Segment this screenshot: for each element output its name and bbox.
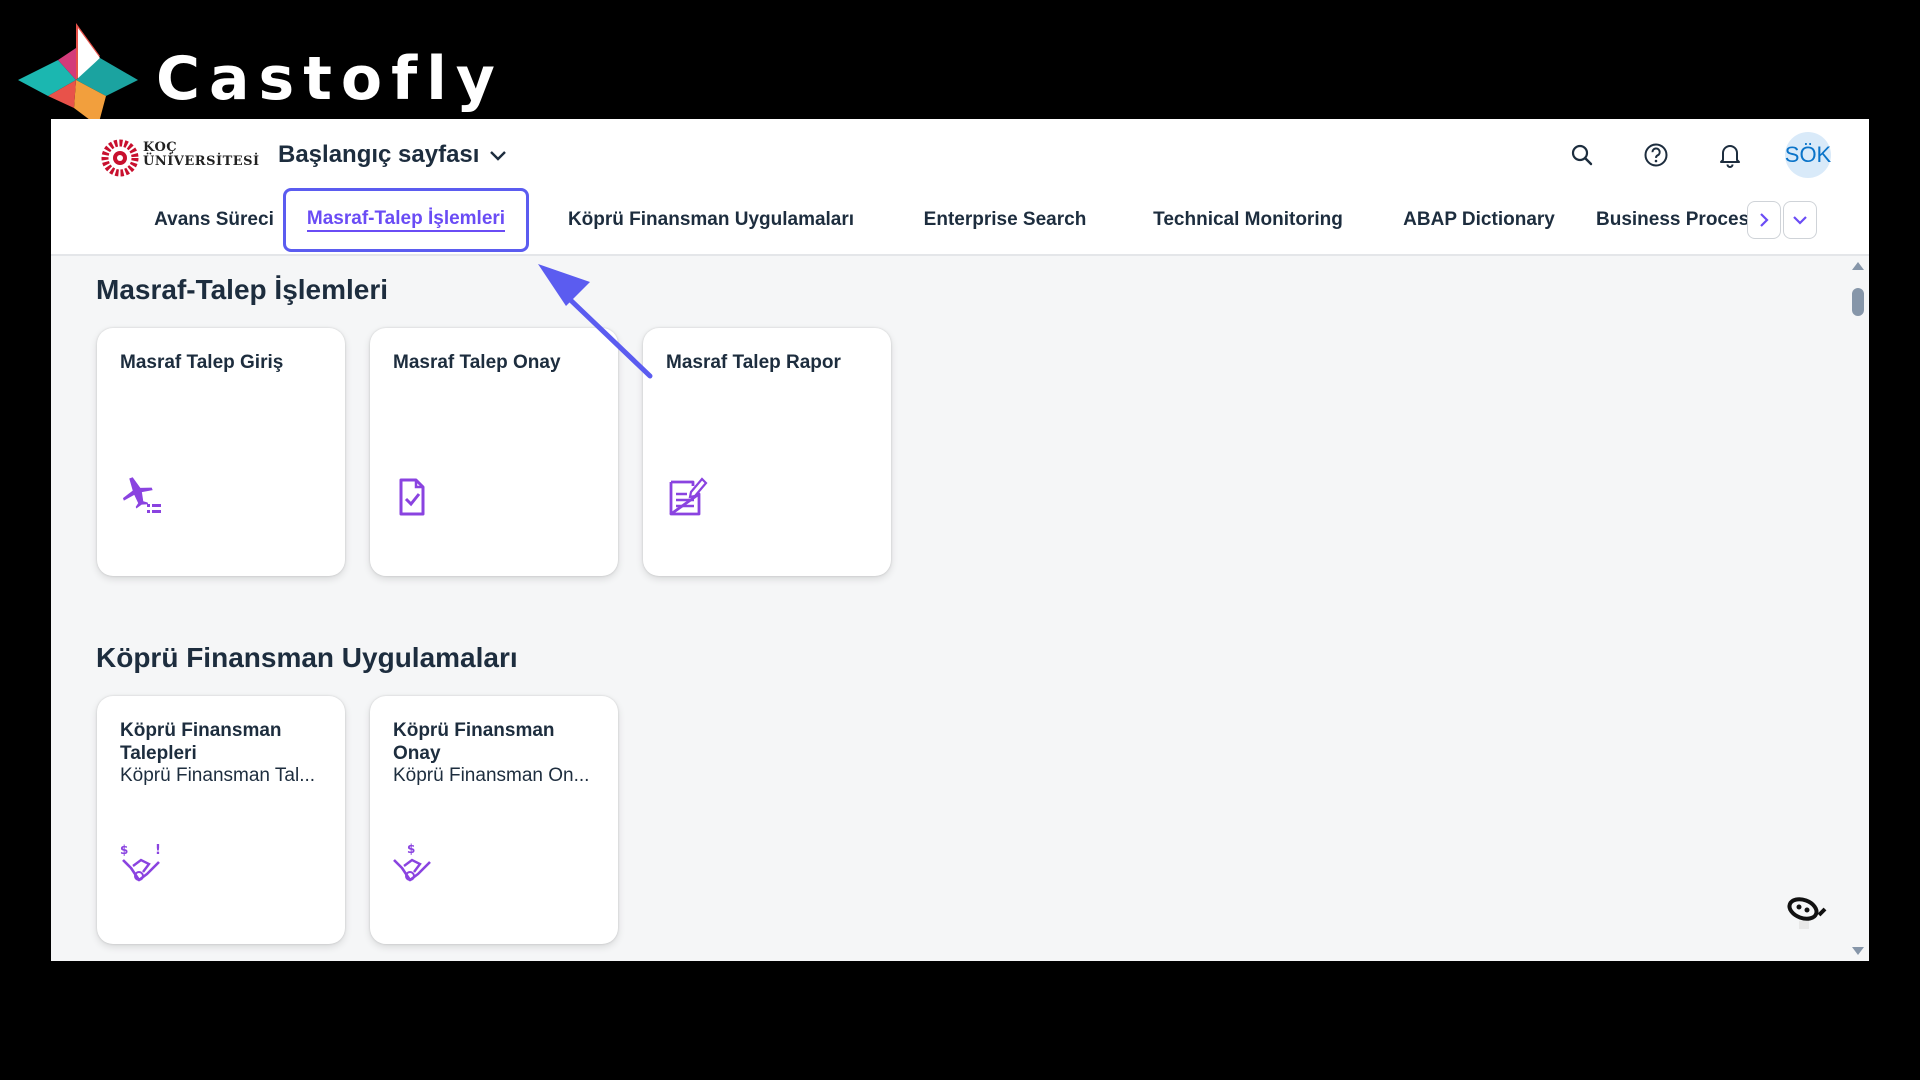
- tile-title: Köprü Finansman Talepleri: [120, 720, 282, 764]
- tab-label: Avans Süreci: [154, 209, 274, 230]
- report-edit-icon: [669, 477, 708, 516]
- tile-title: Masraf Talep Rapor: [666, 352, 841, 373]
- svg-text:$: $: [407, 842, 415, 856]
- chevron-down-icon: [490, 151, 507, 161]
- tab-avans-sureci[interactable]: Avans Süreci: [127, 191, 301, 249]
- tab-label: ABAP Dictionary: [1403, 209, 1555, 230]
- user-avatar[interactable]: SÖK: [1785, 132, 1831, 178]
- scroll-thumb[interactable]: [1852, 288, 1864, 316]
- castofly-logo-icon: [18, 23, 138, 126]
- assistant-bot-icon[interactable]: [1785, 895, 1829, 931]
- deal-alert-icon: $ !: [120, 843, 161, 882]
- tab-technical-monitoring[interactable]: Technical Monitoring: [1137, 191, 1359, 249]
- notifications-button[interactable]: [1711, 136, 1749, 174]
- bell-icon: [1720, 145, 1740, 168]
- svg-text:!: !: [155, 843, 161, 858]
- brand-name: Castofly: [156, 44, 504, 114]
- tab-bar: Avans Süreci Masraf-Talep İşlemleri Köpr…: [51, 188, 1869, 253]
- koc-logo-line1: KOÇ: [143, 140, 178, 155]
- tab-masraf-talep-islemleri[interactable]: Masraf-Talep İşlemleri: [283, 188, 529, 252]
- tabs-overflow-menu-button[interactable]: [1783, 201, 1817, 239]
- tile-title: Masraf Talep Giriş: [120, 352, 284, 373]
- tile-masraf-talep-onay[interactable]: Masraf Talep Onay: [370, 328, 618, 576]
- tab-label: Technical Monitoring: [1153, 209, 1343, 230]
- search-button[interactable]: [1563, 136, 1601, 174]
- travel-expense-icon: [122, 477, 161, 513]
- app-window: KOÇ ÜNİVERSİTESİ Başlangıç sayfası SÖK A…: [51, 119, 1869, 961]
- koc-logo-text: KOÇ ÜNİVERSİTESİ: [143, 141, 260, 169]
- tabs-scroll-right-button[interactable]: [1747, 201, 1781, 239]
- help-icon: [1644, 143, 1668, 167]
- shell-actions: SÖK: [1563, 132, 1831, 178]
- vertical-scrollbar[interactable]: [1847, 256, 1869, 961]
- page-content: Masraf-Talep İşlemleri Masraf Talep Giri…: [51, 256, 1869, 961]
- tile-masraf-talep-rapor[interactable]: Masraf Talep Rapor: [643, 328, 891, 576]
- tab-label: Köprü Finansman Uygulamaları: [567, 209, 855, 230]
- tile-title: Köprü Finansman Onay: [393, 720, 555, 764]
- tile-kopru-finansman-onay[interactable]: Köprü Finansman Onay Köprü Finansman On.…: [370, 696, 618, 944]
- castofly-brand: Castofly: [18, 18, 495, 128]
- scroll-up-arrow[interactable]: [1852, 262, 1864, 270]
- tab-label: Masraf-Talep İşlemleri: [306, 208, 506, 232]
- tile-subtitle: Köprü Finansman Tal...: [120, 765, 316, 786]
- tab-enterprise-search[interactable]: Enterprise Search: [907, 191, 1103, 249]
- home-title: Başlangıç sayfası: [278, 141, 480, 168]
- tile-title: Masraf Talep Onay: [393, 352, 561, 373]
- section-title: Masraf-Talep İşlemleri: [96, 274, 389, 305]
- tab-kopru-finansman[interactable]: Köprü Finansman Uygulamaları: [553, 191, 869, 249]
- deal-icon: $: [393, 842, 431, 882]
- scroll-down-arrow[interactable]: [1852, 947, 1864, 955]
- tile-masraf-talep-giris[interactable]: Masraf Talep Giriş: [97, 328, 345, 576]
- tab-label: Enterprise Search: [923, 209, 1087, 230]
- help-button[interactable]: [1637, 136, 1675, 174]
- svg-text:$: $: [120, 843, 128, 857]
- section-title: Köprü Finansman Uygulamaları: [96, 642, 518, 673]
- tile-subtitle: Köprü Finansman On...: [393, 765, 590, 786]
- search-icon: [1571, 144, 1593, 166]
- tile-kopru-finansman-talepleri[interactable]: Köprü Finansman Talepleri Köprü Finansma…: [97, 696, 345, 944]
- koc-logo-icon: [101, 139, 139, 177]
- tab-label: Business Proces: [1596, 209, 1750, 230]
- shell-bar: KOÇ ÜNİVERSİTESİ Başlangıç sayfası SÖK A…: [51, 119, 1869, 256]
- chevron-down-icon: [1793, 216, 1807, 225]
- home-title-menu[interactable]: Başlangıç sayfası: [278, 141, 507, 169]
- chevron-right-icon: [1760, 213, 1769, 227]
- koc-logo-line2: ÜNİVERSİTESİ: [143, 154, 260, 169]
- tab-abap-dictionary[interactable]: ABAP Dictionary: [1381, 191, 1577, 249]
- document-check-icon: [399, 478, 425, 516]
